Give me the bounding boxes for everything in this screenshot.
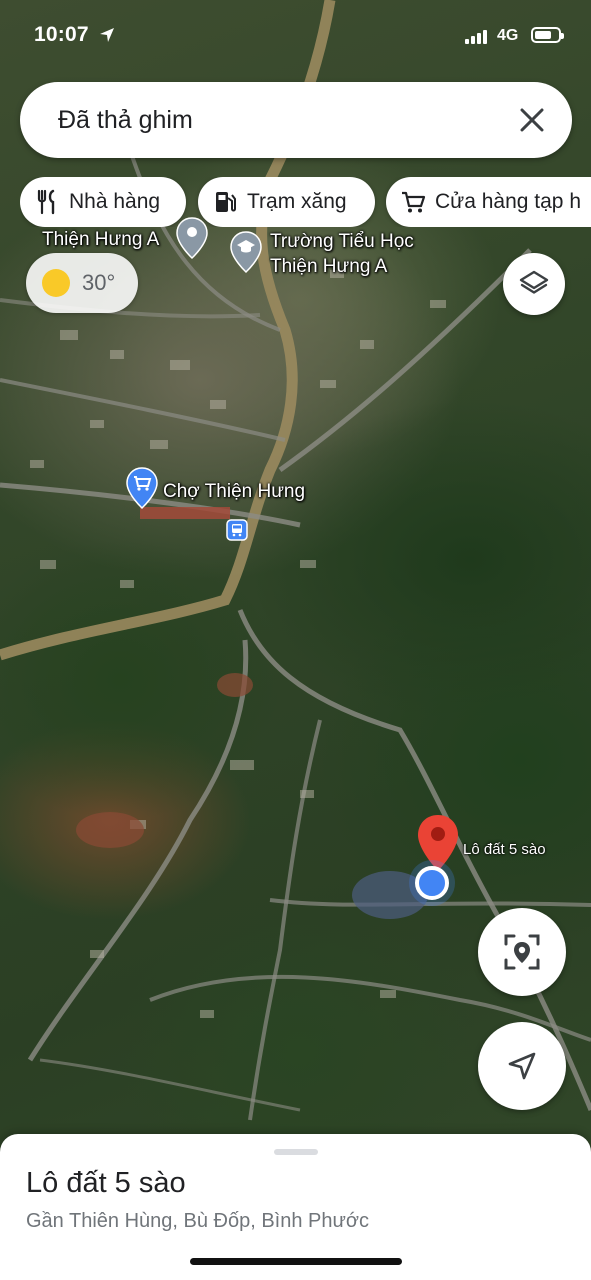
location-focus-icon xyxy=(504,934,540,970)
restaurant-icon xyxy=(37,189,55,215)
market-pin-icon[interactable] xyxy=(126,467,158,509)
signal-strength-icon xyxy=(465,30,487,44)
network-type: 4G xyxy=(497,27,519,44)
chip-label-restaurant: Nhà hàng xyxy=(69,190,161,213)
close-icon[interactable] xyxy=(514,102,550,138)
weather-widget[interactable]: 30° xyxy=(26,253,138,313)
chip-label-gas-station: Trạm xăng xyxy=(247,190,347,213)
layers-icon xyxy=(519,270,549,294)
gas-station-icon xyxy=(216,192,236,212)
place-title: Lô đất 5 sào xyxy=(26,1167,186,1199)
navigation-arrow-icon xyxy=(508,1052,536,1080)
map-label-school-line1: Trường Tiểu Học xyxy=(270,231,414,252)
temperature: 30° xyxy=(82,270,116,295)
map-label-market: Chợ Thiện Hưng xyxy=(163,481,306,502)
battery-icon xyxy=(531,27,564,43)
chip-grocery[interactable]: Cửa hàng tạp h xyxy=(386,177,591,227)
layers-button[interactable] xyxy=(503,253,565,315)
sheet-grabber[interactable] xyxy=(274,1149,318,1155)
current-location-dot xyxy=(415,866,449,900)
school-pin-icon[interactable] xyxy=(230,231,262,273)
map-label-dropped-pin: Lô đất 5 sào xyxy=(463,841,546,858)
navigation-button[interactable] xyxy=(478,1022,566,1110)
map-label-school-line2: Thiện Hưng A xyxy=(270,256,388,277)
bus-stop-icon[interactable] xyxy=(226,519,248,541)
focus-location-button[interactable] xyxy=(478,908,566,996)
chip-gas-station[interactable]: Trạm xăng xyxy=(198,177,375,227)
status-bar: 10:07 4G xyxy=(0,0,591,74)
status-time: 10:07 xyxy=(34,23,89,46)
shopping-cart-icon xyxy=(402,191,426,213)
map-label-thien-hung-a: Thiện Hưng A xyxy=(42,229,160,250)
search-bar[interactable]: Đã thả ghim xyxy=(20,82,572,158)
place-address: Gần Thiên Hùng, Bù Đốp, Bình Phước xyxy=(26,1210,369,1232)
search-text[interactable]: Đã thả ghim xyxy=(58,106,193,135)
location-services-icon xyxy=(100,28,114,42)
place-bottom-sheet[interactable]: Lô đất 5 sào Gần Thiên Hùng, Bù Đốp, Bìn… xyxy=(0,1134,591,1280)
home-indicator[interactable] xyxy=(190,1258,402,1265)
sun-icon xyxy=(42,269,70,297)
dropped-pin-icon[interactable] xyxy=(416,813,460,873)
chip-restaurant[interactable]: Nhà hàng xyxy=(20,177,186,227)
category-chips: Nhà hàng Trạm xăng Cửa hàng tạp h xyxy=(20,177,591,227)
chip-label-grocery: Cửa hàng tạp h xyxy=(435,190,581,213)
